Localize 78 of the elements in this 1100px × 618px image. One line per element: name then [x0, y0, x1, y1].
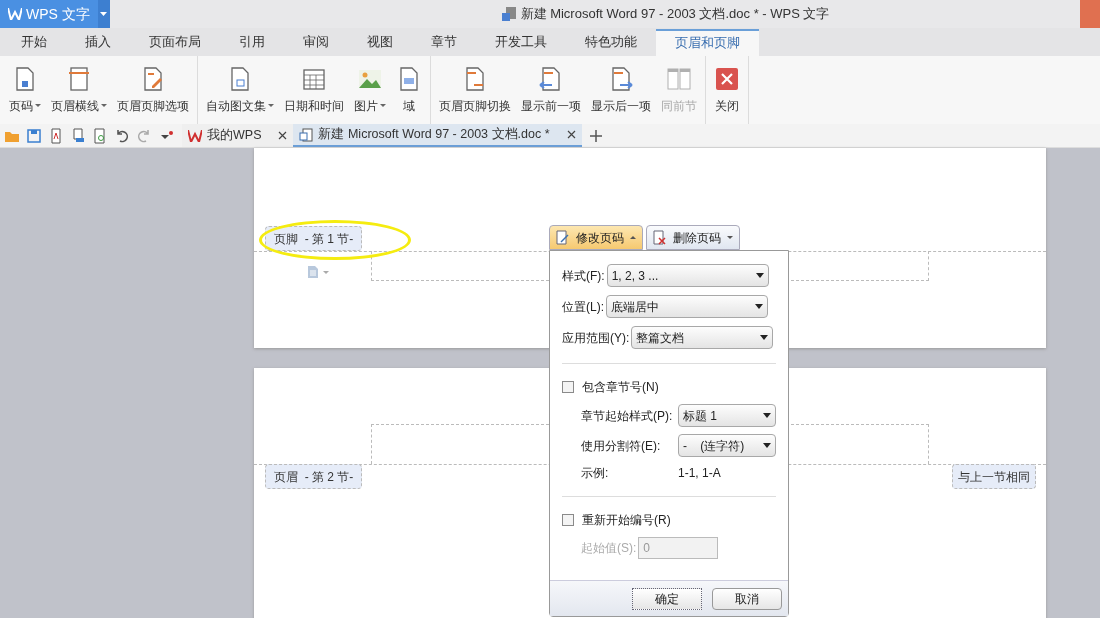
dropdown[interactable]: 标题 1	[678, 404, 776, 427]
print-icon[interactable]	[70, 127, 86, 144]
close-icon[interactable]	[278, 131, 288, 140]
dropdown[interactable]: 底端居中	[606, 295, 768, 318]
checkbox[interactable]	[562, 381, 574, 393]
pdf-icon[interactable]	[48, 127, 64, 144]
field-label: 示例:	[581, 465, 610, 482]
ribbon-button[interactable]: 显示后一项	[586, 56, 656, 124]
dropdown-arrow-icon	[755, 273, 764, 278]
field-label: 章节起始样式(P):	[581, 407, 673, 425]
field-label: 应用范围(Y):	[562, 329, 630, 347]
checkbox-label: 包含章节号(N)	[582, 379, 659, 396]
caret-icon	[35, 104, 41, 107]
caret-icon	[630, 236, 636, 239]
field-label: 位置(L):	[562, 298, 604, 316]
menu-tab[interactable]: 开发工具	[476, 29, 566, 56]
menu-tab[interactable]: 开始	[2, 29, 66, 56]
ribbon-button[interactable]: 图片	[349, 56, 391, 124]
menu-tab[interactable]: 特色功能	[566, 29, 656, 56]
caret-icon	[268, 104, 274, 107]
example-value: 1-1, 1-A	[678, 465, 721, 482]
caret-icon	[727, 236, 733, 239]
close-icon[interactable]	[566, 130, 576, 139]
document-icon	[299, 127, 314, 142]
field-label: 样式(F):	[562, 267, 605, 285]
wps-logo-icon	[8, 8, 22, 20]
document-icon	[500, 6, 517, 22]
dropdown-arrow-icon	[763, 443, 771, 448]
header-label: 页眉 - 第 2 节-	[265, 464, 363, 489]
undo-icon[interactable]	[114, 127, 130, 144]
field-label: 使用分割符(E):	[581, 437, 661, 455]
menu-tab[interactable]: 引用	[220, 29, 284, 56]
ribbon-button[interactable]: 日期和时间	[279, 56, 349, 124]
caret-icon	[380, 104, 386, 107]
link-label: 与上一节相同	[952, 464, 1036, 489]
menu-tab[interactable]: 页眉和页脚	[656, 29, 759, 56]
wps-logo-icon	[188, 129, 202, 142]
ribbon-button[interactable]: 自动图文集	[201, 56, 279, 124]
redo-icon[interactable]	[136, 127, 152, 144]
footer-label: 页脚 - 第 1 节-	[265, 226, 363, 251]
ok-button[interactable]: 确定	[632, 587, 702, 610]
caret-icon	[101, 104, 107, 107]
ribbon-button[interactable]: 页码	[4, 56, 46, 124]
document-tab[interactable]: 我的WPS	[182, 124, 294, 147]
ribbon-button[interactable]: 页眉页脚选项	[112, 56, 194, 124]
field-label: 起始值(S):	[581, 540, 637, 557]
menu-tab[interactable]: 章节	[412, 29, 476, 56]
ribbon-button[interactable]: 页眉横线	[46, 56, 112, 124]
dropdown-arrow-icon	[763, 413, 771, 418]
preview-icon[interactable]	[92, 127, 108, 144]
dropdown-arrow-icon	[755, 304, 763, 309]
edit-page-icon	[556, 230, 570, 245]
menu-tab[interactable]: 页面布局	[130, 29, 220, 56]
ribbon-button[interactable]: 域	[391, 56, 427, 124]
menu-tab[interactable]: 插入	[66, 29, 130, 56]
two-pages-icon	[666, 65, 692, 92]
checkbox-label: 重新开始编号(R)	[582, 512, 671, 529]
popup-tab[interactable]: 删除页码	[646, 225, 740, 250]
window-title: 新建 Microsoft Word 97 - 2003 文档.doc * - WPS 文字	[520, 5, 830, 24]
dropdown[interactable]: 1, 2, 3 ...	[606, 264, 769, 287]
dropdown-arrow-icon	[760, 335, 769, 340]
menu-tab[interactable]: 审阅	[284, 29, 348, 56]
ribbon-button[interactable]: 显示前一项	[516, 56, 586, 124]
dropdown[interactable]: - (连字符)	[678, 434, 776, 457]
caret-icon	[100, 12, 108, 16]
header-line-icon	[66, 65, 92, 92]
close-icon	[714, 65, 740, 92]
popup-tab[interactable]: 修改页码	[549, 225, 643, 250]
document-tab[interactable]: 新建 Microsoft Word 97 - 2003 文档.doc *	[293, 124, 582, 147]
ribbon-button[interactable]: 页眉页脚切换	[434, 56, 516, 124]
save-icon[interactable]	[26, 127, 42, 144]
menu-tab[interactable]: 视图	[348, 29, 412, 56]
checkbox[interactable]	[562, 514, 574, 526]
dropdown[interactable]: 整篇文档	[631, 326, 774, 349]
ribbon-button[interactable]: 关闭	[709, 56, 745, 124]
cancel-button[interactable]: 取消	[712, 587, 782, 610]
add-tab-icon[interactable]	[589, 129, 602, 142]
delete-page-icon	[653, 230, 667, 245]
